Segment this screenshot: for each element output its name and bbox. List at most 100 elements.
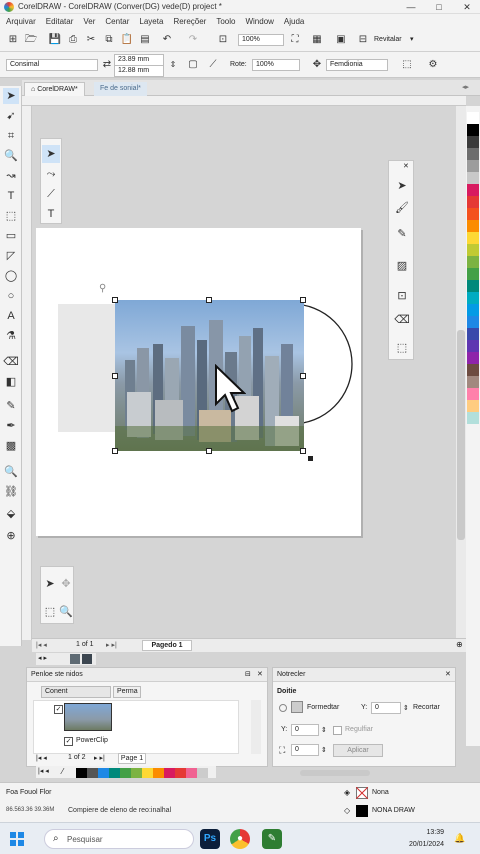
maximize-button[interactable]: □: [428, 0, 450, 14]
tab-document[interactable]: Fe de sonial*: [94, 82, 147, 96]
palette-swatch[interactable]: [467, 208, 479, 220]
palette-swatch[interactable]: [467, 160, 479, 172]
tab-welcome[interactable]: ⌂ CorelDRAW*: [24, 82, 85, 96]
bottom-palette-swatch[interactable]: [98, 768, 109, 778]
menu-layout[interactable]: Layeta: [139, 17, 163, 26]
mesh-tool-icon[interactable]: ▩: [3, 438, 19, 454]
crop-tool-icon[interactable]: ⌗: [3, 128, 19, 144]
pick-tool-icon[interactable]: ➤: [3, 88, 19, 104]
pick-tool-icon[interactable]: ➤: [393, 177, 411, 195]
menu-object[interactable]: Rereçõer: [173, 17, 206, 26]
snap-to-icon[interactable]: ⊟: [356, 33, 370, 47]
palette-swatch[interactable]: [467, 124, 479, 136]
docker-scrollbar[interactable]: [251, 700, 261, 754]
objects-page-tab[interactable]: Page 1: [118, 753, 146, 764]
eyedropper-tool-icon[interactable]: ✎: [3, 398, 19, 414]
cut-icon[interactable]: ✂: [84, 33, 98, 47]
powerclip-thumbnail[interactable]: [64, 703, 112, 731]
open-folder-icon[interactable]: 🗁: [24, 33, 38, 47]
palette-swatch[interactable]: [467, 280, 479, 292]
zoom-tool-icon[interactable]: 🔍: [3, 148, 19, 164]
y-field[interactable]: 0: [371, 702, 401, 714]
palette-swatch[interactable]: [467, 412, 479, 424]
pages-icon[interactable]: ▤: [138, 33, 152, 47]
bottom-palette-swatch[interactable]: [131, 768, 142, 778]
polygon-tool-icon[interactable]: ◸: [3, 248, 19, 264]
photoshop-icon[interactable]: Ps: [200, 829, 220, 849]
font-select[interactable]: Consimal: [6, 59, 98, 71]
perma-column[interactable]: Perma: [113, 686, 141, 698]
transparency-tool-icon[interactable]: ◧: [3, 374, 19, 390]
move-icon[interactable]: ✥: [57, 575, 75, 593]
radio-format[interactable]: [279, 704, 287, 712]
close-icon[interactable]: ✕: [257, 670, 263, 678]
copy-icon[interactable]: ⧉: [102, 33, 116, 47]
pan-tool-icon[interactable]: 🔍: [3, 464, 19, 480]
bottom-palette-swatch[interactable]: [197, 768, 208, 778]
menu-center[interactable]: Centar: [105, 17, 129, 26]
wrap-icon[interactable]: ⬚: [400, 58, 414, 72]
selection-handle-r[interactable]: [300, 373, 306, 379]
vertical-scrollbar[interactable]: [456, 106, 466, 638]
coreldraw-taskbar-icon[interactable]: ✎: [262, 829, 282, 849]
text-tool-icon[interactable]: T: [42, 205, 60, 223]
stepper-icon[interactable]: ⇕: [166, 58, 180, 72]
snap-dropdown[interactable]: Revitalar: [374, 36, 402, 43]
resize-grip-icon[interactable]: [308, 456, 313, 461]
node-tool-icon[interactable]: ⤳: [42, 165, 60, 183]
minimize-button[interactable]: —: [400, 0, 422, 14]
shape-tool-icon[interactable]: ➹: [3, 108, 19, 124]
apply-button[interactable]: Aplicar: [333, 744, 383, 757]
palette-swatch[interactable]: [467, 376, 479, 388]
knife-tool-icon[interactable]: ⟋: [42, 185, 60, 203]
selection-handle-br[interactable]: [300, 448, 306, 454]
transform-tool-icon[interactable]: ⬚: [3, 208, 19, 224]
fullscreen-icon[interactable]: ⛶: [288, 33, 302, 47]
palette-swatch[interactable]: [467, 172, 479, 184]
bottom-palette-swatch[interactable]: [120, 768, 131, 778]
palette-swatch[interactable]: [467, 268, 479, 280]
menu-tools[interactable]: Toolo: [216, 17, 235, 26]
palette-swatch[interactable]: [467, 340, 479, 352]
rotate-field[interactable]: 100%: [252, 59, 300, 71]
redo-icon[interactable]: ↷: [186, 33, 200, 47]
palette-swatch[interactable]: [467, 196, 479, 208]
palette-swatch[interactable]: [467, 352, 479, 364]
pen-icon[interactable]: ✎: [393, 225, 411, 243]
palette-swatch[interactable]: [467, 364, 479, 376]
close-icon[interactable]: ✕: [403, 162, 409, 170]
move-icon[interactable]: ✥: [310, 58, 324, 72]
menu-view[interactable]: Ver: [83, 17, 95, 26]
city-photo-image[interactable]: [115, 300, 304, 451]
fill-swatch[interactable]: [291, 701, 303, 713]
y2-field[interactable]: 0: [291, 724, 319, 736]
palette-swatch[interactable]: [467, 256, 479, 268]
palette-swatch[interactable]: [467, 400, 479, 412]
palette-scroll-icon[interactable]: |◂ ◂: [38, 767, 49, 775]
menu-help[interactable]: Ajuda: [284, 17, 304, 26]
selection-handle-t[interactable]: [206, 297, 212, 303]
palette-swatch[interactable]: [467, 136, 479, 148]
save-icon[interactable]: 💾: [48, 33, 62, 47]
freehand-tool-icon[interactable]: ↝: [3, 168, 19, 184]
close-icon[interactable]: ✕: [445, 670, 451, 678]
windows-start-icon[interactable]: [10, 832, 24, 846]
horizontal-scroll-thumb[interactable]: [300, 770, 370, 776]
pin-icon[interactable]: ⊟: [245, 670, 251, 678]
no-color-icon[interactable]: ⁄: [62, 767, 63, 776]
gray-rectangle-shape[interactable]: [58, 304, 116, 432]
regular-checkbox[interactable]: [333, 726, 342, 735]
content-dropdown[interactable]: Conent: [41, 686, 111, 698]
stepper-icon[interactable]: ⇕: [403, 704, 409, 712]
eraser-icon[interactable]: ⌫: [393, 311, 411, 329]
settings-icon[interactable]: ⚙: [426, 58, 440, 72]
palette-swatch[interactable]: [467, 220, 479, 232]
skew-icon[interactable]: ⟋: [206, 58, 220, 72]
zoom-level-select[interactable]: 100%: [238, 34, 284, 46]
artistic-text-tool-icon[interactable]: A: [3, 308, 19, 324]
ellipse-tool-icon[interactable]: ◯: [3, 268, 19, 284]
fit-icon[interactable]: ⊕: [456, 640, 466, 652]
prev-page-icon[interactable]: |◂ ◂: [36, 754, 47, 762]
taskbar-search[interactable]: ⌕ Pesquisar: [44, 829, 194, 849]
selection-handle-tl[interactable]: [112, 297, 118, 303]
